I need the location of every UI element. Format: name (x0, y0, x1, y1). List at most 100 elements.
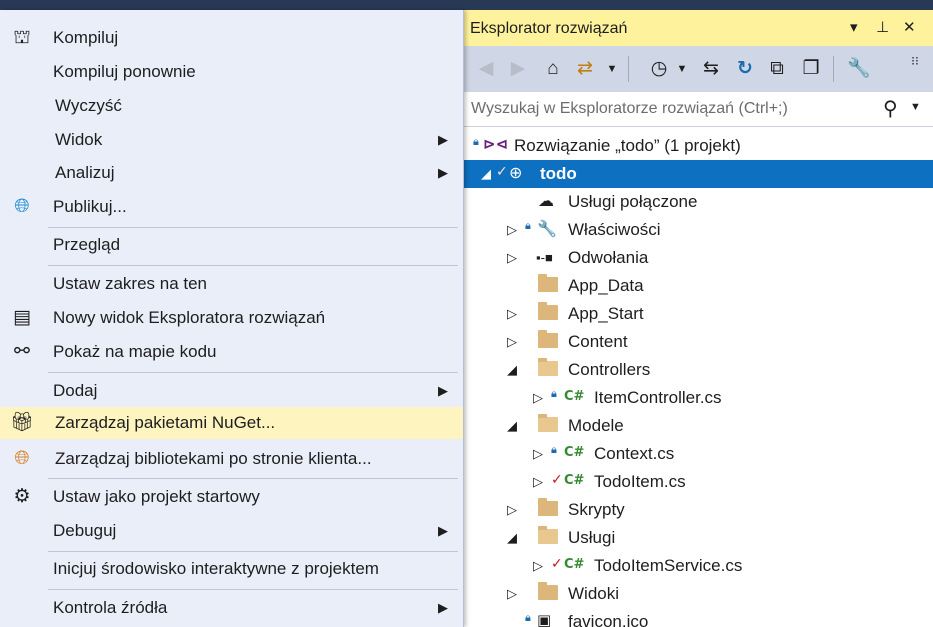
solution-icon: ⊳⊲ (483, 136, 509, 153)
menu-item-view[interactable]: Widok ▶ (0, 124, 463, 156)
toolbar-overflow-icon[interactable]: ⁝⁝ (908, 50, 922, 72)
csharp-file-icon: C# (564, 557, 585, 572)
menu-item-label: Ustaw zakres na ten (53, 274, 208, 293)
tree-item-label: favicon.ico (568, 612, 649, 627)
tree-item-references[interactable]: ▷ ▪‑■ Odwołania (463, 244, 933, 272)
tree-item-todoitem[interactable]: ▷ ✓ C# TodoItem.cs (463, 468, 933, 496)
expanded-arrow-icon[interactable]: ◢ (481, 166, 491, 182)
menu-item-rebuild[interactable]: Kompiluj ponownie (0, 56, 463, 88)
menu-item-scope-to-this[interactable]: Ustaw zakres na ten (0, 268, 463, 300)
menu-item-label: Dodaj (53, 381, 98, 400)
expanded-arrow-icon[interactable]: ◢ (507, 418, 517, 434)
show-all-files-icon[interactable]: ❐ (799, 58, 823, 80)
collapsed-arrow-icon[interactable]: ▷ (507, 586, 517, 602)
collapsed-arrow-icon[interactable]: ▷ (533, 558, 543, 574)
menu-item-new-explorer-view[interactable]: ▤ Nowy widok Eksploratora rozwiązań (0, 302, 463, 334)
menu-separator (48, 478, 458, 479)
tree-item-solution[interactable]: 🔒︎ ⊳⊲ Rozwiązanie „todo” (1 projekt) (463, 132, 933, 160)
forward-icon[interactable]: ▶ (507, 58, 529, 80)
pending-changes-filter-icon[interactable]: ◷ (647, 58, 671, 80)
menu-item-overview[interactable]: Przegląd (0, 229, 463, 261)
menu-item-analyze[interactable]: Analizuj ▶ (0, 157, 463, 189)
filter-dropdown-icon[interactable]: ▼ (675, 58, 689, 80)
menu-item-label: Przegląd (53, 235, 121, 254)
menu-item-manage-nuget-packages[interactable]: 🎁︎ Zarządzaj pakietami NuGet... (0, 407, 463, 439)
tree-item-services[interactable]: ◢ Usługi (463, 524, 933, 552)
submenu-arrow-icon: ▶ (438, 165, 448, 180)
folder-icon (538, 330, 558, 348)
menu-item-source-control[interactable]: Kontrola źródła ▶ (0, 592, 463, 624)
search-options-dropdown-icon[interactable]: ▼ (910, 101, 921, 113)
tree-item-views[interactable]: ▷ Widoki (463, 580, 933, 608)
menu-item-label: Inicjuj środowisko interaktywne z projek… (53, 559, 379, 578)
tree-item-content[interactable]: ▷ Content (463, 328, 933, 356)
collapsed-arrow-icon[interactable]: ▷ (507, 250, 517, 266)
collapsed-arrow-icon[interactable]: ▷ (507, 334, 517, 350)
folder-icon (538, 274, 558, 292)
tree-item-controllers[interactable]: ◢ Controllers (463, 356, 933, 384)
menu-item-debug[interactable]: Debuguj ▶ (0, 515, 463, 547)
toolbar-separator (628, 56, 629, 82)
pin-icon[interactable]: ⊥ (876, 18, 889, 36)
collapsed-arrow-icon[interactable]: ▷ (533, 390, 543, 406)
tree-item-models[interactable]: ◢ Modele (463, 412, 933, 440)
expanded-arrow-icon[interactable]: ◢ (507, 362, 517, 378)
window-position-dropdown-icon[interactable]: ▾ (850, 18, 858, 36)
tree-item-label: todo (540, 164, 577, 183)
menu-item-manage-client-libraries[interactable]: 🌐︎ Zarządzaj bibliotekami po stronie kli… (0, 443, 463, 475)
code-map-icon: ⚯ (14, 341, 30, 362)
icon-file-icon: ▣ (537, 612, 552, 627)
menu-item-add[interactable]: Dodaj ▶ (0, 375, 463, 407)
submenu-arrow-icon: ▶ (438, 523, 448, 538)
tree-item-scripts[interactable]: ▷ Skrypty (463, 496, 933, 524)
menu-item-initialize-interactive[interactable]: Inicjuj środowisko interaktywne z projek… (0, 553, 463, 585)
csharp-file-icon: C# (564, 389, 585, 404)
open-folder-icon (538, 526, 558, 544)
close-icon[interactable]: ✕ (903, 18, 916, 36)
menu-item-publish[interactable]: 🌐︎ Publikuj... (0, 191, 463, 223)
tree-item-itemcontroller[interactable]: ▷ 🔒︎ C# ItemController.cs (463, 384, 933, 412)
tree-item-todoitemservice[interactable]: ▷ ✓ C# TodoItemService.cs (463, 552, 933, 580)
switch-views-icon[interactable]: ⇄ (573, 58, 597, 80)
collapsed-arrow-icon[interactable]: ▷ (507, 306, 517, 322)
solution-explorer-search: ⚲ ▼ (463, 92, 933, 127)
collapse-all-icon[interactable]: ⧉ (765, 58, 789, 80)
collapsed-arrow-icon[interactable]: ▷ (507, 502, 517, 518)
tree-item-app-start[interactable]: ▷ App_Start (463, 300, 933, 328)
tree-item-app-data[interactable]: App_Data (463, 272, 933, 300)
back-icon[interactable]: ◀ (475, 58, 497, 80)
refresh-icon[interactable]: ↻ (733, 58, 757, 80)
sync-with-document-icon[interactable]: ⇆ (699, 58, 723, 80)
menu-item-clean[interactable]: Wyczyść (0, 90, 463, 122)
menu-item-set-as-startup[interactable]: ⚙ Ustaw jako projekt startowy (0, 481, 463, 513)
tree-item-context[interactable]: ▷ 🔒︎ C# Context.cs (463, 440, 933, 468)
tree-item-properties[interactable]: ▷ 🔒︎ 🔧 Właściwości (463, 216, 933, 244)
checked-out-icon: ✓ (551, 555, 563, 571)
menu-item-show-on-code-map[interactable]: ⚯ Pokaż na mapie kodu (0, 336, 463, 368)
lock-icon: 🔒︎ (551, 388, 557, 400)
collapsed-arrow-icon[interactable]: ▷ (533, 474, 543, 490)
search-input[interactable] (463, 92, 871, 126)
gear-icon: ⚙ (13, 486, 31, 507)
tree-item-project-todo[interactable]: ◢ ✓ ⊕ todo (463, 160, 933, 188)
tree-item-connected-services[interactable]: ☁ Usługi połączone (463, 188, 933, 216)
tree-item-label: Skrypty (568, 500, 625, 519)
collapsed-arrow-icon[interactable]: ▷ (507, 222, 517, 238)
switch-views-dropdown-icon[interactable]: ▼ (605, 58, 619, 80)
menu-item-label: Kontrola źródła (53, 598, 168, 617)
expanded-arrow-icon[interactable]: ◢ (507, 530, 517, 546)
collapsed-arrow-icon[interactable]: ▷ (533, 446, 543, 462)
toolbar-separator (833, 56, 834, 82)
build-icon: ⛫ (13, 27, 31, 48)
home-icon[interactable]: ⌂ (541, 58, 565, 80)
menu-item-label: Zarządzaj bibliotekami po stronie klient… (55, 449, 372, 468)
tree-item-favicon[interactable]: 🔒︎ ▣ favicon.ico (463, 608, 933, 627)
wrench-icon: 🔧 (537, 221, 557, 238)
search-icon[interactable]: ⚲ (883, 96, 898, 121)
menu-item-build[interactable]: ⛫ Kompiluj (0, 22, 463, 54)
tree-item-label: Controllers (568, 360, 651, 379)
client-libraries-icon: 🌐︎ (14, 448, 30, 469)
open-folder-icon (538, 414, 558, 432)
properties-wrench-icon[interactable]: 🔧 (847, 58, 871, 80)
submenu-arrow-icon: ▶ (438, 600, 448, 615)
